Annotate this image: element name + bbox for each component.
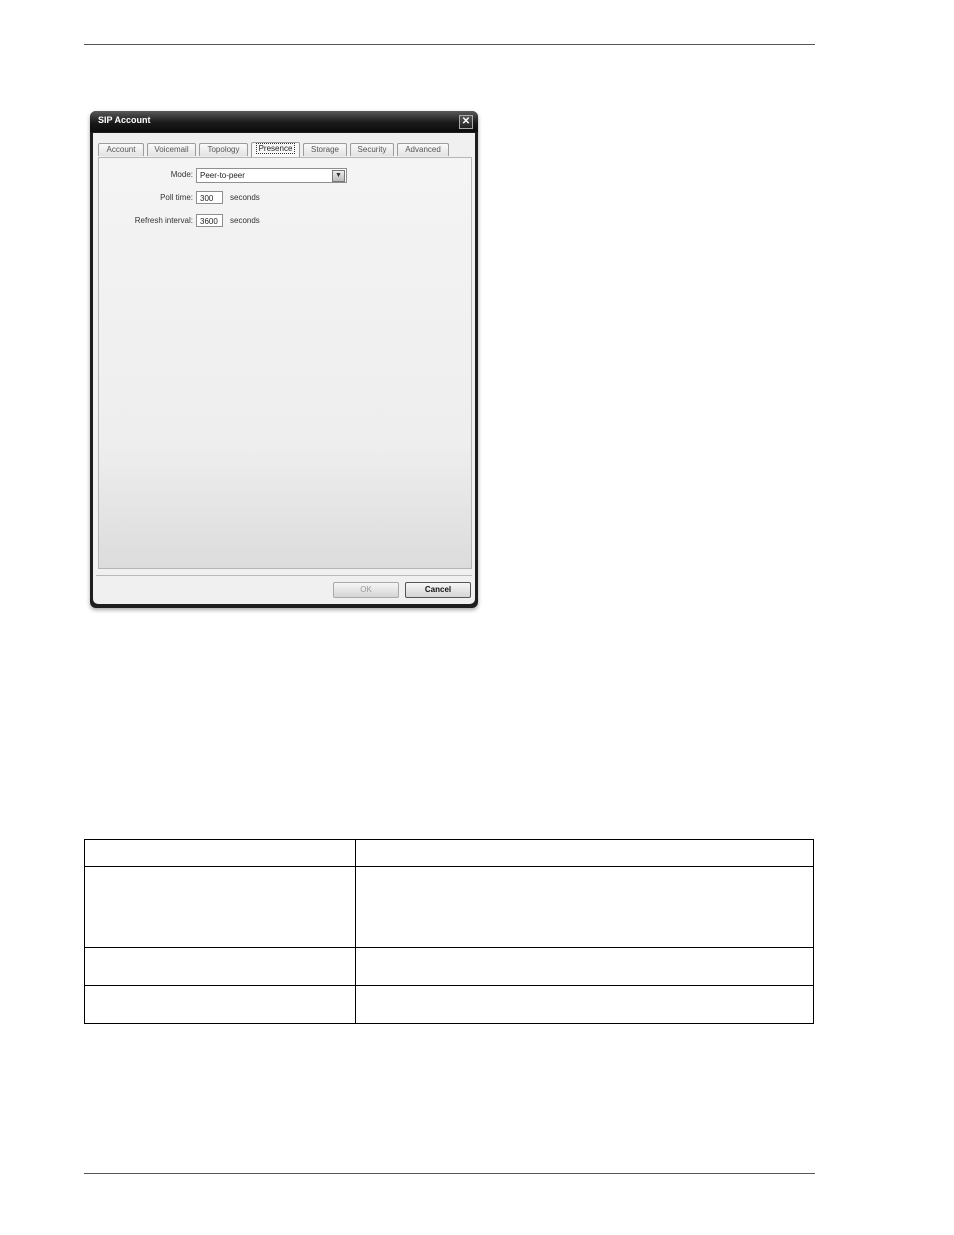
mode-label: Mode: [170,170,193,179]
presence-panel: Mode: Peer-to-peer ▼ Poll time: 300 seco… [98,157,472,569]
table-header-cell [355,839,814,867]
chevron-down-icon[interactable]: ▼ [332,170,345,182]
refresh-interval-label: Refresh interval: [134,216,193,225]
table-cell [355,985,814,1024]
tab-advanced[interactable]: Advanced [397,143,449,156]
footer-rule [84,1173,815,1174]
tab-presence-label: Presence [255,143,296,154]
table-cell [84,947,356,986]
dialog-titlebar[interactable]: SIP Account ✕ [90,111,478,132]
footer-divider [96,575,472,576]
refresh-interval-unit: seconds [230,216,260,225]
settings-table [84,839,814,1024]
tab-account[interactable]: Account [98,143,144,156]
table-header-row [84,839,814,867]
table-row [84,947,814,986]
tab-security[interactable]: Security [350,143,394,156]
poll-time-unit: seconds [230,193,260,202]
table-header-cell [84,839,356,867]
header-rule [84,44,815,45]
poll-time-label: Poll time: [160,193,193,202]
tab-presence[interactable]: Presence [251,142,300,157]
tab-storage[interactable]: Storage [303,143,347,156]
table-cell [84,866,356,948]
table-cell [355,947,814,986]
poll-time-input[interactable]: 300 [196,191,223,204]
mode-value: Peer-to-peer [200,171,245,180]
table-cell [355,866,814,948]
dialog-client-area: Account Voicemail Topology Presence Stor… [93,133,475,604]
table-cell [84,985,356,1024]
tab-topology[interactable]: Topology [199,143,248,156]
table-row [84,985,814,1024]
sip-account-dialog: SIP Account ✕ Account Voicemail Topology… [90,111,478,608]
ok-button[interactable]: OK [333,582,399,598]
close-icon[interactable]: ✕ [459,115,473,129]
table-row [84,866,814,948]
mode-dropdown[interactable]: Peer-to-peer ▼ [196,168,347,183]
cancel-button[interactable]: Cancel [405,582,471,598]
dialog-title: SIP Account [98,115,151,125]
refresh-interval-input[interactable]: 3600 [196,214,223,227]
tab-voicemail[interactable]: Voicemail [147,143,196,156]
